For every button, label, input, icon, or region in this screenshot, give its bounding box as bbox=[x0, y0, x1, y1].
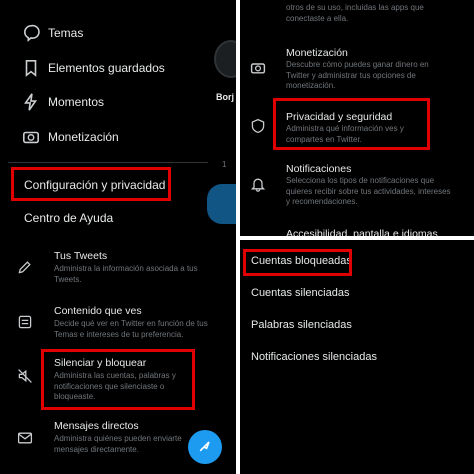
floating-button-fragment bbox=[207, 184, 236, 224]
content-icon bbox=[17, 314, 33, 330]
setting-content-title[interactable]: Contenido que ves bbox=[54, 305, 142, 317]
menu-item-topics[interactable]: Temas bbox=[48, 26, 83, 40]
topics-icon bbox=[22, 24, 40, 42]
setting-notifications-title[interactable]: Notificaciones bbox=[286, 163, 351, 175]
divider bbox=[8, 162, 208, 163]
highlight-privacy-security bbox=[273, 98, 430, 150]
highlight-blocked-accounts bbox=[243, 249, 352, 276]
highlight-mute-block bbox=[41, 349, 195, 410]
bell-icon bbox=[250, 176, 266, 192]
muted-notifications-item[interactable]: Notificaciones silenciadas bbox=[251, 351, 377, 363]
account-desc-fragment: otros de su uso, incluidas las apps que … bbox=[286, 3, 424, 23]
monetization-icon bbox=[250, 60, 266, 76]
highlight-settings-privacy bbox=[11, 167, 171, 201]
shield-icon bbox=[250, 118, 266, 134]
setting-accessibility-fragment[interactable]: Accesibilidad, pantalla e idiomas bbox=[286, 228, 438, 236]
menu-item-monetization[interactable]: Monetización bbox=[48, 130, 119, 144]
compose-fab[interactable] bbox=[188, 430, 222, 464]
lightning-icon bbox=[22, 93, 40, 111]
setting-direct-messages-title[interactable]: Mensajes directos bbox=[54, 420, 139, 432]
count-fragment: 1 bbox=[222, 160, 227, 169]
setting-monetization-desc: Descubre cómo puedes ganar dinero en Twi… bbox=[286, 60, 429, 90]
setting-your-tweets-desc: Administra la información asociada a tus… bbox=[54, 264, 198, 284]
monetization-icon bbox=[22, 128, 40, 146]
bookmark-icon bbox=[22, 59, 40, 77]
profile-name-fragment: Borj bbox=[216, 92, 234, 102]
mute-icon bbox=[17, 368, 33, 384]
setting-content-desc: Decide qué ver en Twitter en función de … bbox=[54, 319, 208, 339]
help-center-link[interactable]: Centro de Ayuda bbox=[24, 211, 113, 225]
menu-item-moments[interactable]: Momentos bbox=[48, 95, 104, 109]
pencil-icon bbox=[17, 259, 33, 275]
muted-accounts-item[interactable]: Cuentas silenciadas bbox=[251, 287, 349, 299]
setting-monetization-title[interactable]: Monetización bbox=[286, 47, 348, 59]
muted-words-item[interactable]: Palabras silenciadas bbox=[251, 319, 352, 331]
avatar bbox=[214, 40, 236, 78]
feather-icon bbox=[197, 438, 213, 454]
setting-your-tweets-title[interactable]: Tus Tweets bbox=[54, 250, 107, 262]
setting-direct-messages-desc: Administra quiénes pueden enviarte mensa… bbox=[54, 434, 182, 454]
left-drawer-panel: Temas Elementos guardados Momentos Monet… bbox=[0, 0, 236, 240]
menu-item-bookmarks[interactable]: Elementos guardados bbox=[48, 61, 165, 75]
setting-notifications-desc: Selecciona los tipos de notificaciones q… bbox=[286, 176, 451, 206]
mail-icon bbox=[17, 430, 33, 446]
